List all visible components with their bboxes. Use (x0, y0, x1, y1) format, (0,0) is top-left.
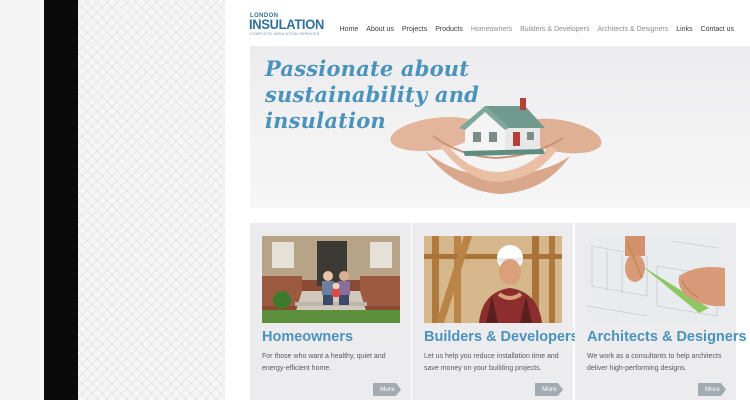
card-builders-developers: Builders & Developers Let us help you re… (412, 223, 579, 400)
card-description: Let us help you reduce installation time… (424, 353, 559, 372)
page-margin (0, 0, 44, 400)
logo-tagline: COMPLETE INSULATION SERVICES (250, 32, 320, 36)
nav-links[interactable]: Links (676, 26, 692, 33)
logo-line-2: INSULATION (249, 16, 324, 32)
page-black-stripe (44, 0, 78, 400)
card-description: We work as a consultants to help archite… (587, 353, 722, 372)
nav-contact-us[interactable]: Contact us (701, 26, 734, 33)
card-description: For those who want a healthy, quiet and … (262, 353, 386, 372)
card-architects-designers: Architects & Designers We work as a cons… (575, 223, 747, 400)
more-button[interactable]: More (535, 383, 563, 396)
family-photo (262, 236, 400, 323)
builder-photo (424, 236, 562, 323)
nav-products[interactable]: Products (435, 26, 463, 33)
page-background-pattern (78, 0, 225, 400)
main-nav: Home About us Projects Products Homeowne… (340, 26, 734, 33)
more-button[interactable]: More (373, 383, 401, 396)
card-homeowners: Homeowners For those who want a healthy,… (250, 223, 411, 400)
site-logo[interactable]: LONDON INSULATION COMPLETE INSULATION SE… (249, 13, 330, 37)
nav-homeowners[interactable]: Homeowners (471, 26, 512, 33)
nav-architects-designers[interactable]: Architects & Designers (597, 26, 668, 33)
card-title: Homeowners (262, 329, 354, 345)
nav-home[interactable]: Home (340, 26, 359, 33)
architect-drawing-photo (587, 236, 725, 323)
more-button[interactable]: More (698, 383, 726, 396)
hands-holding-house-image (390, 98, 602, 194)
nav-builders-developers[interactable]: Builders & Developers (520, 26, 589, 33)
card-title: Architects & Designers (587, 329, 747, 345)
card-title: Builders & Developers (424, 329, 579, 345)
hero-banner: Passionate about sustainability and insu… (250, 46, 750, 208)
nav-about-us[interactable]: About us (366, 26, 394, 33)
nav-projects[interactable]: Projects (402, 26, 427, 33)
